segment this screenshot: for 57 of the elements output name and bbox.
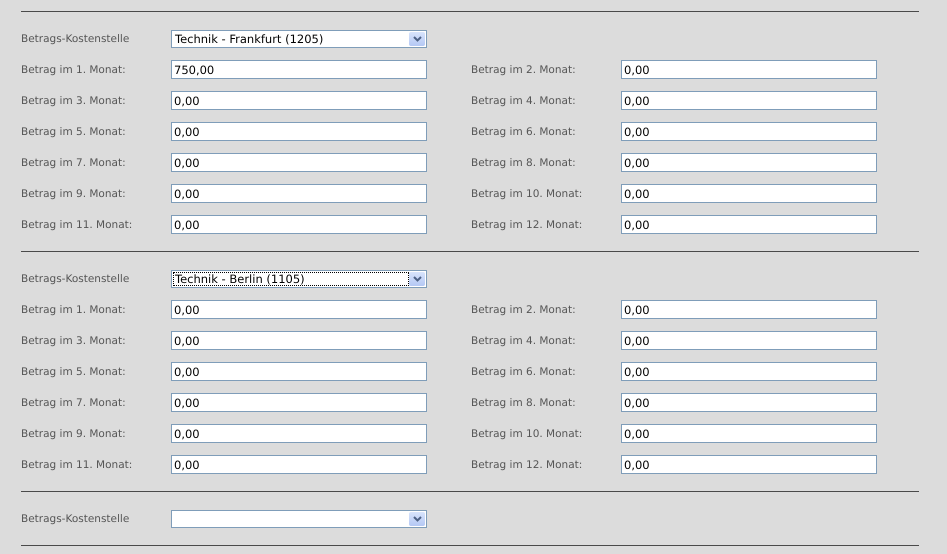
amount-input[interactable]: 750,00 bbox=[171, 60, 427, 79]
amount-input[interactable]: 0,00 bbox=[171, 122, 427, 141]
amount-input[interactable]: 0,00 bbox=[621, 60, 877, 79]
field-label: Betrag im 9. Monat: bbox=[21, 188, 127, 200]
field-label: Betrag im 1. Monat: bbox=[21, 64, 127, 76]
amount-input[interactable]: 0,00 bbox=[171, 362, 427, 381]
field-label: Betrag im 2. Monat: bbox=[471, 304, 577, 316]
field-label: Betrags-Kostenstelle bbox=[21, 513, 130, 525]
field-label: Betrags-Kostenstelle bbox=[21, 273, 130, 285]
amount-input[interactable]: 0,00 bbox=[171, 393, 427, 412]
chevron-down-icon bbox=[412, 36, 422, 42]
amount-input[interactable]: 0,00 bbox=[621, 153, 877, 172]
cost-center-dropdown[interactable]: Technik - Frankfurt (1205) bbox=[171, 30, 427, 48]
amount-input[interactable]: 0,00 bbox=[621, 215, 877, 234]
amount-input[interactable]: 0,00 bbox=[171, 455, 427, 474]
amount-input[interactable]: 0,00 bbox=[171, 153, 427, 172]
field-label: Betrag im 4. Monat: bbox=[471, 334, 577, 346]
field-label: Betrags-Kostenstelle bbox=[21, 33, 130, 45]
field-label: Betrag im 3. Monat: bbox=[21, 94, 127, 106]
amount-input[interactable]: 0,00 bbox=[171, 424, 427, 443]
field-label: Betrag im 5. Monat: bbox=[21, 366, 127, 378]
amount-input[interactable]: 0,00 bbox=[621, 424, 877, 443]
amount-input[interactable]: 0,00 bbox=[171, 331, 427, 350]
amount-input[interactable]: 0,00 bbox=[621, 331, 877, 350]
field-label: Betrag im 1. Monat: bbox=[21, 304, 127, 316]
field-label: Betrag im 2. Monat: bbox=[471, 64, 577, 76]
field-label: Betrag im 11. Monat: bbox=[21, 218, 134, 230]
field-label: Betrag im 9. Monat: bbox=[21, 428, 127, 440]
field-label: Betrag im 11. Monat: bbox=[21, 458, 134, 470]
field-label: Betrag im 10. Monat: bbox=[471, 428, 584, 440]
amount-input[interactable]: 0,00 bbox=[621, 91, 877, 110]
field-label: Betrag im 6. Monat: bbox=[471, 126, 577, 138]
field-label: Betrag im 5. Monat: bbox=[21, 126, 127, 138]
chevron-down-icon bbox=[412, 276, 422, 282]
field-label: Betrag im 10. Monat: bbox=[471, 188, 584, 200]
field-label: Betrag im 8. Monat: bbox=[471, 156, 577, 168]
amount-input[interactable]: 0,00 bbox=[171, 215, 427, 234]
cost-center-dropdown[interactable] bbox=[171, 510, 427, 528]
field-label: Betrag im 7. Monat: bbox=[21, 156, 127, 168]
field-label: Betrag im 3. Monat: bbox=[21, 334, 127, 346]
field-label: Betrag im 12. Monat: bbox=[471, 458, 584, 470]
amount-input[interactable]: 0,00 bbox=[621, 393, 877, 412]
amount-input[interactable]: 0,00 bbox=[621, 362, 877, 381]
field-label: Betrag im 7. Monat: bbox=[21, 396, 127, 408]
field-label: Betrag im 4. Monat: bbox=[471, 94, 577, 106]
amount-input[interactable]: 0,00 bbox=[621, 455, 877, 474]
amount-input[interactable]: 0,00 bbox=[171, 300, 427, 319]
field-label: Betrag im 12. Monat: bbox=[471, 218, 584, 230]
field-label: Betrag im 6. Monat: bbox=[471, 366, 577, 378]
amount-input[interactable]: 0,00 bbox=[621, 184, 877, 203]
amount-input[interactable]: 0,00 bbox=[171, 184, 427, 203]
chevron-down-icon bbox=[412, 516, 422, 522]
cost-center-dropdown[interactable]: Technik - Berlin (1105) bbox=[171, 270, 427, 288]
amount-input[interactable]: 0,00 bbox=[171, 91, 427, 110]
field-label: Betrag im 8. Monat: bbox=[471, 396, 577, 408]
amount-input[interactable]: 0,00 bbox=[621, 122, 877, 141]
amount-input[interactable]: 0,00 bbox=[621, 300, 877, 319]
